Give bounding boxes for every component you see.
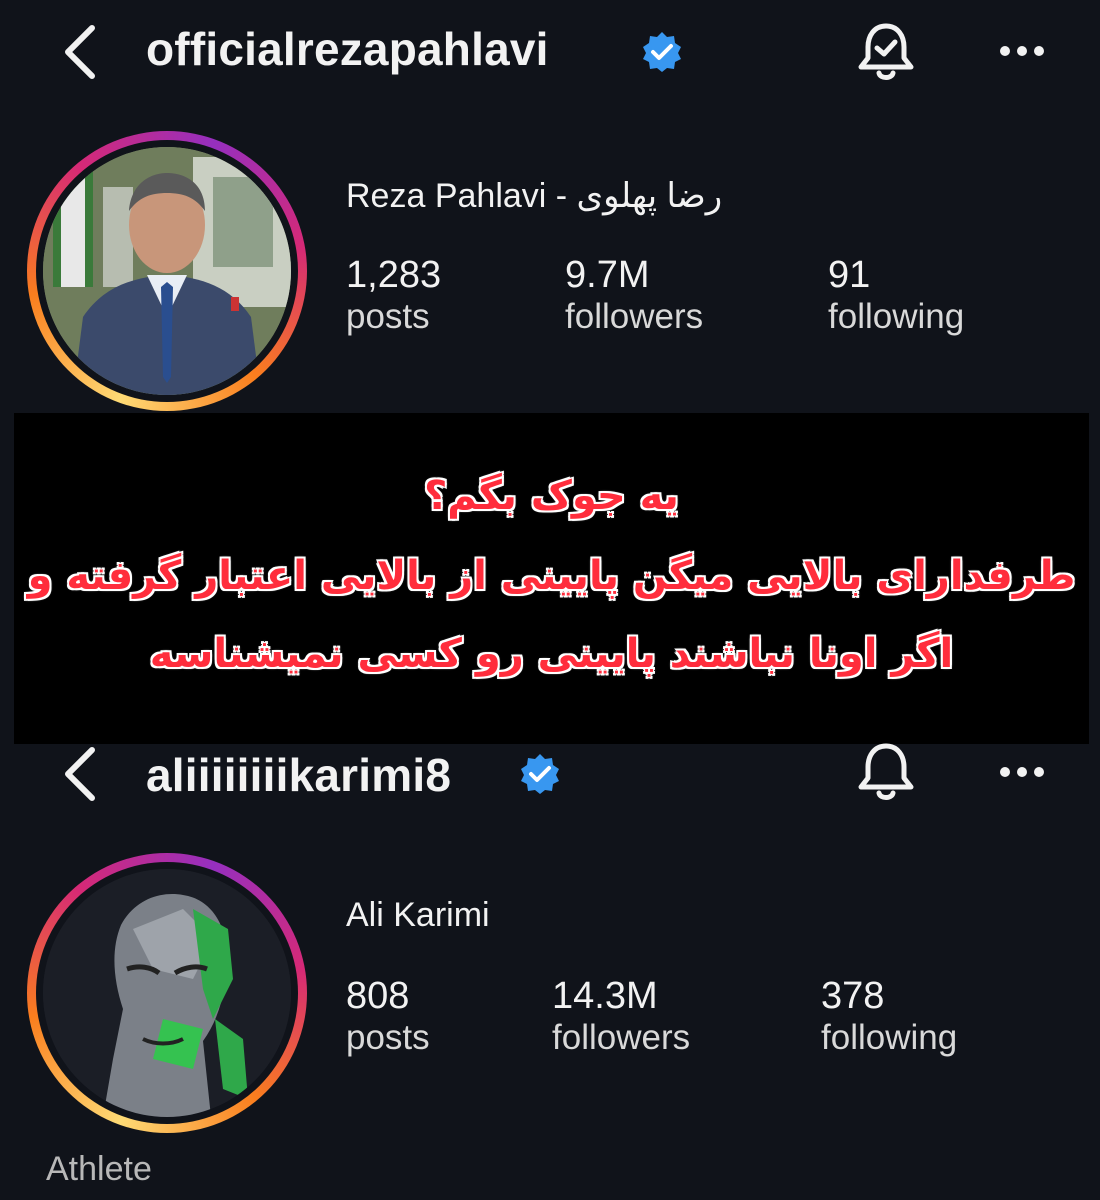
posts-label: posts [346,297,430,336]
back-arrow-icon[interactable] [58,742,104,806]
following-label: following [821,1018,958,1057]
followers-stat[interactable]: 14.3M followers [552,975,690,1058]
followers-label: followers [552,1018,691,1057]
profile-display-name: Reza Pahlavi - رضا پهلوی [346,177,723,215]
verified-badge-icon [521,754,559,794]
following-count: 378 [821,975,885,1017]
portrait-photo-icon [43,147,291,395]
posts-stat[interactable]: 1,283 posts [346,254,441,337]
notification-bell-icon[interactable] [855,20,917,84]
caption-banner: یه جوک بگم؟ طرفدارای بالایی میگن پایینی … [14,413,1089,744]
following-stat[interactable]: 378 following [821,975,957,1058]
posts-count: 808 [346,975,410,1017]
stylized-portrait-icon [43,869,291,1117]
posts-label: posts [346,1018,430,1057]
profile-display-name: Ali Karimi [346,896,490,934]
banner-line-1: یه جوک بگم؟ [424,473,679,519]
verified-badge-icon [643,32,681,72]
profile-category: Athlete [46,1150,152,1188]
followers-count: 9.7M [565,254,650,296]
banner-line-2: طرفدارای بالایی میگن پایینی از بالایی اع… [27,553,1076,599]
following-count: 91 [828,254,871,296]
notification-bell-icon[interactable] [855,740,917,804]
followers-stat[interactable]: 9.7M followers [565,254,703,337]
profile-avatar[interactable] [27,131,307,411]
back-arrow-icon[interactable] [58,20,104,84]
profile-avatar[interactable] [27,853,307,1133]
following-stat[interactable]: 91 following [828,254,964,337]
following-label: following [828,297,965,336]
more-options-icon[interactable] [998,44,1046,58]
profile-username: officialrezapahlavi [146,23,549,75]
posts-stat[interactable]: 808 posts [346,975,430,1058]
more-options-icon[interactable] [998,765,1046,779]
followers-count: 14.3M [552,975,658,1017]
banner-line-3: اگر اونا نباشند پایینی رو کسی نمیشناسه [149,631,954,677]
profile-username: aliiiiiiiikarimi8 [146,749,452,801]
posts-count: 1,283 [346,254,442,296]
followers-label: followers [565,297,704,336]
